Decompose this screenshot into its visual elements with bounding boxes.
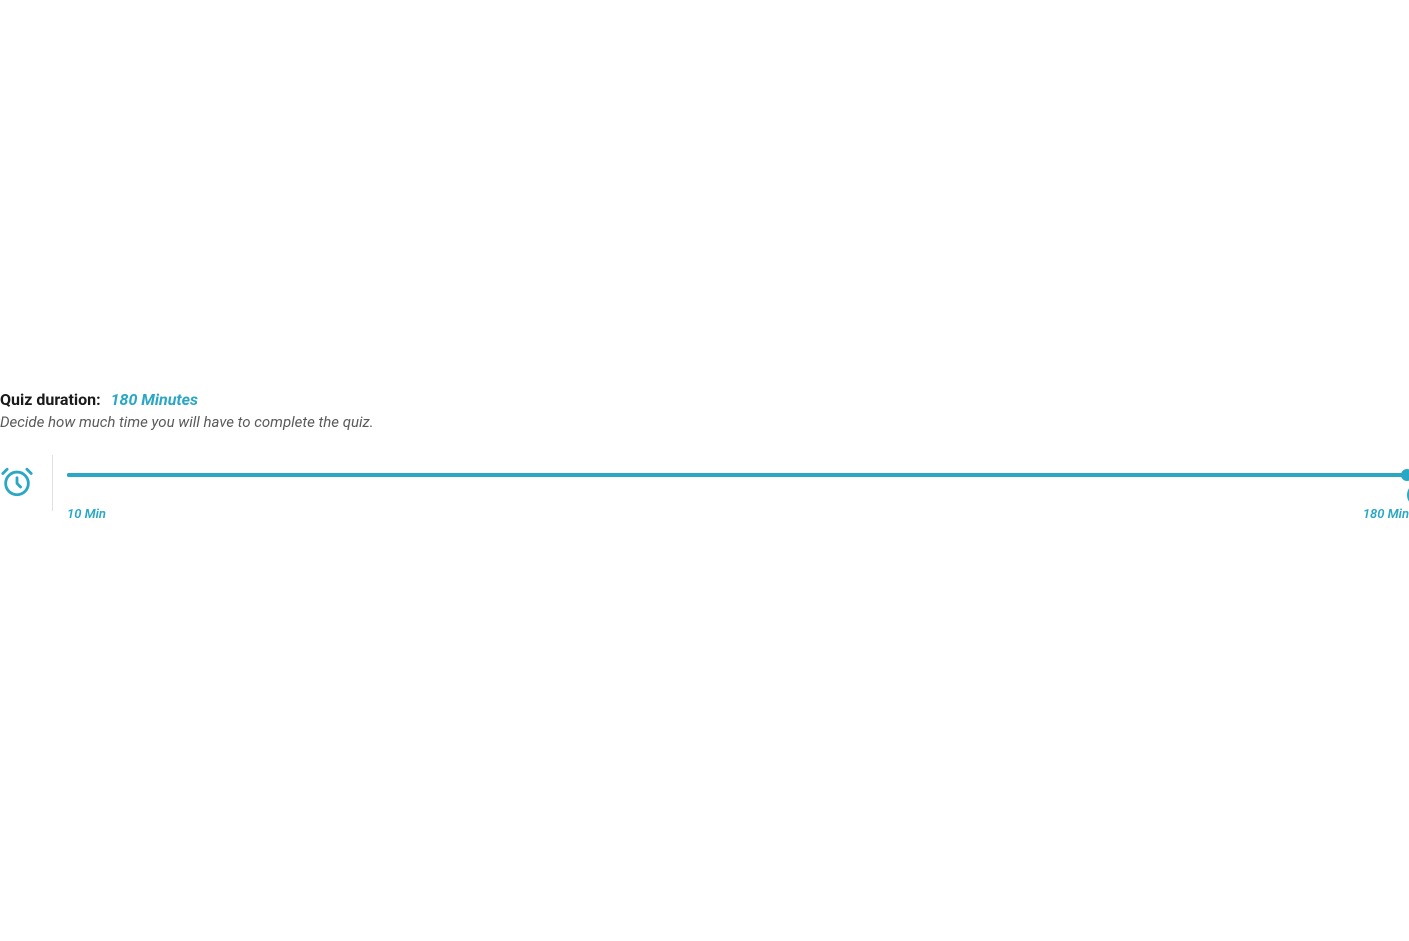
duration-slider-container: 10 Min 180 Min bbox=[53, 465, 1409, 522]
slider-max-label: 180 Min bbox=[1363, 507, 1409, 522]
slider-labels: 10 Min 180 Min bbox=[67, 507, 1409, 522]
duration-value: 180 Minutes bbox=[111, 390, 198, 409]
duration-header: Quiz duration: 180 Minutes bbox=[0, 390, 1409, 409]
alarm-clock-icon bbox=[0, 465, 34, 499]
slider-min-label: 10 Min bbox=[67, 507, 106, 522]
slider-track-fill bbox=[67, 473, 1409, 477]
duration-label: Quiz duration: bbox=[0, 390, 101, 409]
duration-slider-row: 10 Min 180 Min bbox=[0, 465, 1409, 522]
slider-thumb[interactable] bbox=[1401, 469, 1409, 481]
duration-description: Decide how much time you will have to co… bbox=[0, 413, 1409, 431]
quiz-duration-section: Quiz duration: 180 Minutes Decide how mu… bbox=[0, 390, 1409, 522]
duration-slider[interactable] bbox=[67, 469, 1409, 481]
clock-icon-box bbox=[0, 465, 52, 499]
